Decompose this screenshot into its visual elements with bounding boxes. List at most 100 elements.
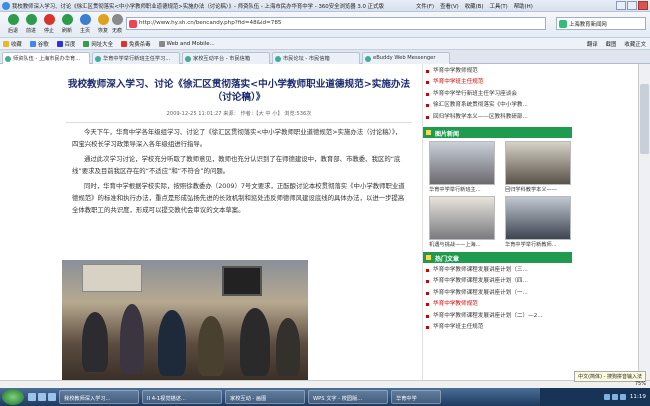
security-icon[interactable] xyxy=(619,394,626,400)
maximize-button[interactable] xyxy=(627,1,637,10)
person-figure xyxy=(82,312,108,372)
forward-button[interactable]: 前进 xyxy=(22,14,40,34)
restore-icon xyxy=(97,14,109,25)
list-item[interactable]: 华育中学教师课程发展讲座计划（一... xyxy=(423,288,572,299)
taskbar-item[interactable]: 家校互动 - 画图 xyxy=(225,390,305,404)
address-bar[interactable]: http://www.hy.sh.cn/bencandy.php?fid=48&… xyxy=(126,17,546,30)
list-item[interactable]: 华育中学举行新班主任学习座谈会 xyxy=(423,89,572,100)
network-icon[interactable] xyxy=(603,394,610,400)
favorites-bar: 收藏 谷歌 百度 网址大全 免费杀毒 Web and Mobile... 翻译 … xyxy=(0,38,650,50)
tab[interactable]: 市民论坛 - 市民信箱 xyxy=(272,52,360,64)
taskbar-item[interactable]: 我校教师深入学习... xyxy=(59,390,139,404)
article-title: 我校教师深入学习、讨论《徐汇区贯彻落实<中小学教师职业道德规范>实施办法（讨论稿… xyxy=(67,79,411,103)
minimize-button[interactable] xyxy=(616,1,626,10)
list-item[interactable]: 华育中学教师规范 xyxy=(423,299,572,310)
home-button[interactable]: 主页 xyxy=(76,14,94,34)
search-input[interactable]: 上海教育新闻网 xyxy=(556,17,646,30)
desktop-icon[interactable] xyxy=(28,393,36,401)
menu-bar: 文件(F) 查看(V) 收藏(B) 工具(T) 帮助(H) xyxy=(416,2,533,10)
baidu-icon xyxy=(56,40,63,47)
favorites-item[interactable]: Web and Mobile... xyxy=(158,40,215,47)
tab-bar: 师资队伍 - 上海市民办华育... 华育中学举行新班主任学习... 家校互动平台… xyxy=(0,50,650,64)
sidebar: 华育中学教师规范 华育中学班主任规范 华育中学举行新班主任学习座谈会 徐汇区教育… xyxy=(422,64,572,380)
private-icon xyxy=(111,14,123,25)
person-figure xyxy=(276,318,300,376)
volume-icon[interactable] xyxy=(611,394,618,400)
list-item[interactable]: 华育中学教师课程发展讲座计划（三... xyxy=(423,265,572,276)
tab-favicon-icon xyxy=(185,56,191,62)
thumb-image xyxy=(429,196,495,241)
tab[interactable]: 家校互动平台 - 市民信箱 xyxy=(182,52,270,64)
photo-thumb[interactable]: 机遇与挑战——上海... xyxy=(429,196,499,248)
system-tray: 11:19 xyxy=(540,388,650,406)
list-item[interactable]: 华育中学班主任规范 xyxy=(423,322,572,333)
stop-icon xyxy=(43,14,55,25)
tab[interactable]: eBuddy Web Messenger xyxy=(362,52,450,64)
directory-icon xyxy=(83,40,90,47)
forward-icon xyxy=(25,14,37,25)
photo-thumb[interactable]: 回归学科教学本义—— xyxy=(505,141,575,193)
page-favicon-icon xyxy=(129,20,137,28)
favorites-item[interactable]: 百度 xyxy=(56,40,75,48)
page-content: 我校教师深入学习、讨论《徐汇区贯彻落实<中小学教师职业道德规范>实施办法（讨论稿… xyxy=(0,64,650,380)
tab-active[interactable]: 师资队伍 - 上海市民办华育... xyxy=(2,52,90,64)
browser-icon[interactable] xyxy=(38,393,46,401)
star-icon xyxy=(3,40,9,47)
photo-news-header: 图片新闻 xyxy=(423,127,572,139)
clock[interactable]: 11:19 xyxy=(630,394,646,400)
projector-screen xyxy=(82,264,142,292)
favorites-right: 翻译 截图 收藏正文 xyxy=(587,38,646,50)
menu-favorites[interactable]: 收藏(B) xyxy=(465,2,484,10)
stop-button[interactable]: 停止 xyxy=(40,14,58,34)
screenshot-button[interactable]: 截图 xyxy=(606,40,617,48)
quick-launch xyxy=(28,393,56,401)
status-bar: 中文(简体) - 搜狗拼音输入法 75% xyxy=(0,371,650,388)
refresh-button[interactable]: 刷新 xyxy=(58,14,76,34)
vertical-scrollbar[interactable] xyxy=(638,64,650,380)
sidebar-top-list: 华育中学教师规范 华育中学班主任规范 华育中学举行新班主任学习座谈会 徐汇区教育… xyxy=(423,66,572,123)
taskbar-item[interactable]: II 4-1视觉描述... xyxy=(142,390,222,404)
address-text: http://www.hy.sh.cn/bencandy.php?fid=48&… xyxy=(139,20,282,26)
list-item[interactable]: 华育中学班主任规范 xyxy=(423,77,572,88)
menu-file[interactable]: 文件(F) xyxy=(416,2,434,10)
taskbar-item[interactable]: 华育中学 xyxy=(391,390,441,404)
person-figure xyxy=(198,316,224,376)
tv-screen xyxy=(222,266,262,296)
tab[interactable]: 华育中学举行新班主任学习... xyxy=(92,52,180,64)
back-button[interactable]: 后退 xyxy=(4,14,22,34)
favorites-item[interactable]: 网址大全 xyxy=(83,40,113,48)
article-paragraph: 通过此次学习讨论，学校充分听取了教师意见，教师也充分认识到了在师德建设中，教育部… xyxy=(72,155,401,175)
hot-articles-header: 热门文章 xyxy=(423,252,572,264)
tab-favicon-icon xyxy=(365,56,371,62)
menu-help[interactable]: 帮助(H) xyxy=(514,2,533,10)
private-button[interactable]: 无痕 xyxy=(108,14,126,34)
favorites-item[interactable]: 免费杀毒 xyxy=(120,40,151,48)
photo-thumb[interactable]: 华育中学举行新教师... xyxy=(505,196,575,248)
window-title: 我校教师深入学习、讨论《徐汇区贯彻落实<中小学教师职业道德规范>实施办法（讨论稿… xyxy=(12,3,384,10)
photo-thumb[interactable]: 华育中学举行新班主... xyxy=(429,141,499,193)
zoom-level[interactable]: 75% xyxy=(635,381,646,387)
article-paragraph: 同时，华育中学根据学校实际，按照徐教委办（2009）7号文要求，正酝酿讨论本校贯… xyxy=(72,182,405,214)
list-item[interactable]: 回归学科教学本义——区教科教研部... xyxy=(423,112,572,123)
hot-articles-list: 华育中学教师课程发展讲座计划（三... 华育中学教师课程发展讲座计划（四... … xyxy=(423,265,572,333)
start-button[interactable] xyxy=(2,389,24,405)
list-item[interactable]: 华育中学教师课程发展讲座计划（四... xyxy=(423,276,572,287)
favorites-item[interactable]: 谷歌 xyxy=(29,40,49,48)
left-gutter xyxy=(0,64,58,380)
ie-icon[interactable] xyxy=(48,393,56,401)
favorites-item[interactable]: 收藏 xyxy=(3,40,22,48)
list-item[interactable]: 徐汇区教育系统贯彻落实《中小学教... xyxy=(423,100,572,111)
person-figure xyxy=(240,308,270,376)
photo-news-grid: 华育中学举行新班主... 回归学科教学本义—— 机遇与挑战——上海... 华育中… xyxy=(423,138,572,248)
menu-tools[interactable]: 工具(T) xyxy=(489,2,507,10)
menu-view[interactable]: 查看(V) xyxy=(440,2,459,10)
list-item[interactable]: 华育中学教师课程发展讲座计划（二）—2... xyxy=(423,311,572,322)
taskbar-item[interactable]: WPS 文字 - 校园版... xyxy=(308,390,388,404)
translate-button[interactable]: 翻译 xyxy=(587,40,598,48)
article-paragraph: 今天下午，华育中学各年级组学习、讨论了《徐汇区贯彻落实<中小学教师职业道德规范>… xyxy=(72,128,402,148)
window-controls xyxy=(616,1,648,10)
scrollbar-thumb[interactable] xyxy=(640,84,649,154)
list-item[interactable]: 华育中学教师规范 xyxy=(423,66,572,77)
save-text-button[interactable]: 收藏正文 xyxy=(624,40,646,48)
close-button[interactable] xyxy=(638,1,648,10)
